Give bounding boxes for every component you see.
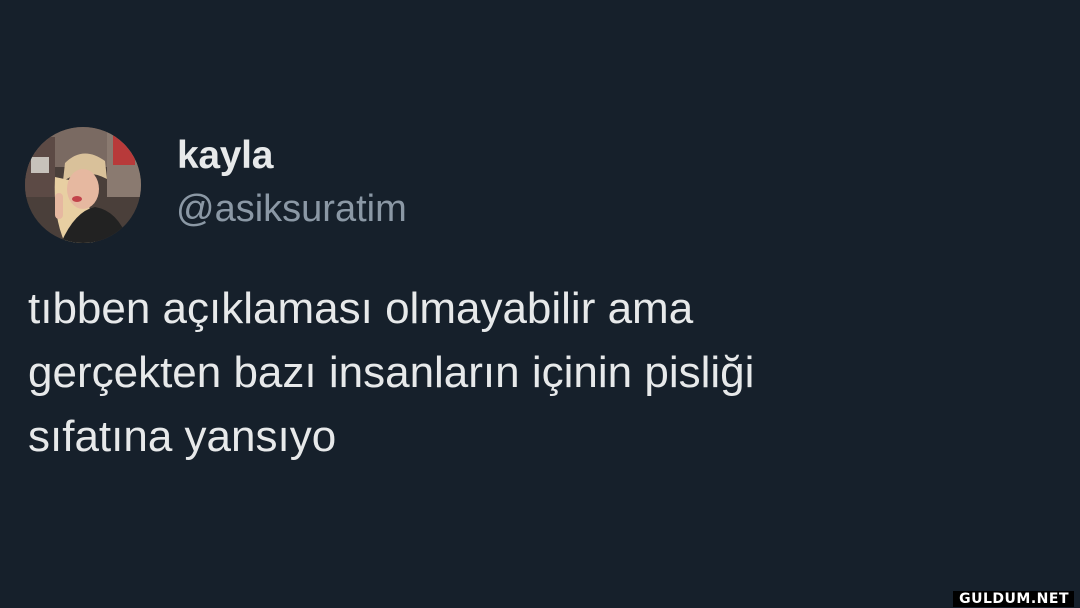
tweet-card: kayla @asiksuratim tıbben açıklaması olm… [0, 0, 1080, 608]
user-handle[interactable]: @asiksuratim [176, 186, 407, 232]
watermark-badge: GULDUM.NET [953, 591, 1074, 607]
tweet-text-line: gerçekten bazı insanların içinin pisliği [28, 348, 755, 397]
profile-photo [25, 127, 141, 243]
display-name[interactable]: kayla [177, 133, 273, 179]
tweet-text-line: sıfatına yansıyo [28, 412, 337, 461]
avatar[interactable] [25, 127, 141, 243]
tweet-text: tıbben açıklaması olmayabilir ama gerçek… [28, 277, 1048, 469]
tweet-text-line: tıbben açıklaması olmayabilir ama [28, 284, 694, 333]
